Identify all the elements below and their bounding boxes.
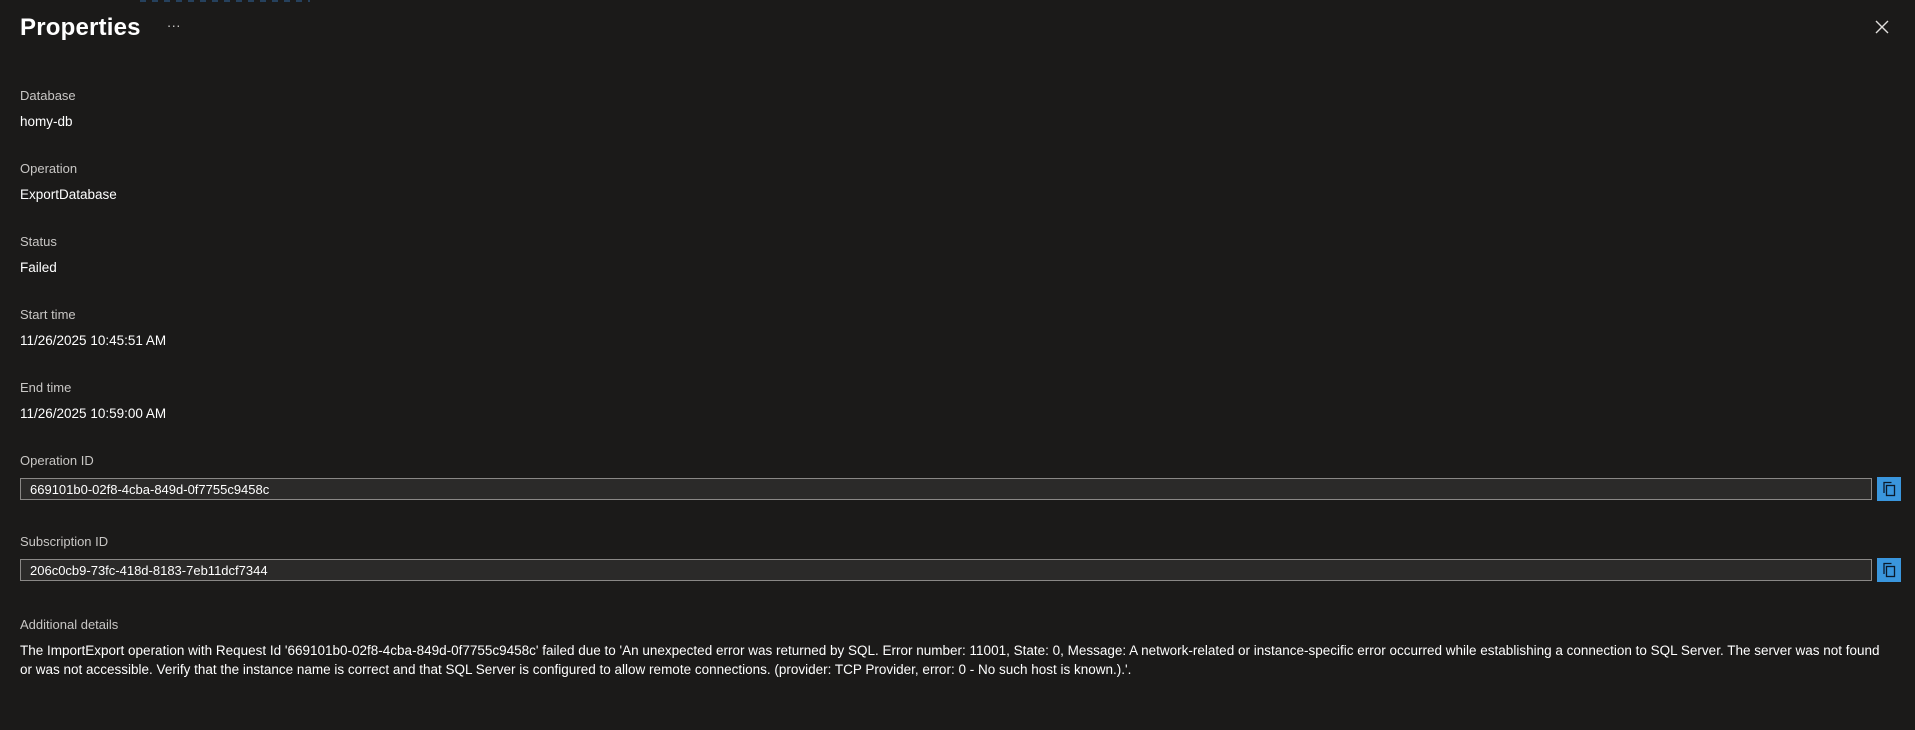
start-time-value: 11/26/2025 10:45:51 AM bbox=[20, 333, 167, 348]
more-icon[interactable]: ··· bbox=[163, 16, 185, 34]
start-time-field: Start time 11/26/2025 10:45:51 AM bbox=[20, 307, 1901, 349]
properties-panel: Properties ··· Database homy-db Operatio… bbox=[0, 0, 1915, 730]
database-value: homy-db bbox=[20, 114, 73, 129]
end-time-value: 11/26/2025 10:59:00 AM bbox=[20, 406, 167, 421]
database-label: Database bbox=[20, 88, 76, 103]
operation-label: Operation bbox=[20, 161, 78, 176]
copy-icon[interactable] bbox=[1877, 558, 1901, 582]
additional-details-field: Additional details The ImportExport oper… bbox=[20, 617, 1901, 679]
start-time-label: Start time bbox=[20, 307, 76, 322]
panel-header: Properties ··· bbox=[20, 10, 1895, 46]
end-time-label: End time bbox=[20, 380, 72, 395]
status-label: Status bbox=[20, 234, 57, 249]
operation-id-input[interactable] bbox=[20, 478, 1872, 500]
end-time-field: End time 11/26/2025 10:59:00 AM bbox=[20, 380, 1901, 422]
additional-details-label: Additional details bbox=[20, 617, 119, 632]
subscription-id-row bbox=[20, 558, 1901, 582]
subscription-id-field: Subscription ID bbox=[20, 534, 1901, 582]
database-field: Database homy-db bbox=[20, 88, 1901, 130]
page-title: Properties bbox=[20, 14, 141, 41]
operation-id-label: Operation ID bbox=[20, 453, 94, 468]
operation-value: ExportDatabase bbox=[20, 187, 117, 202]
additional-details-text: The ImportExport operation with Request … bbox=[20, 643, 1880, 677]
subscription-id-input[interactable] bbox=[20, 559, 1872, 581]
close-icon[interactable] bbox=[1873, 18, 1891, 36]
operation-field: Operation ExportDatabase bbox=[20, 161, 1901, 203]
subscription-id-label: Subscription ID bbox=[20, 534, 109, 549]
status-field: Status Failed bbox=[20, 234, 1901, 276]
status-value: Failed bbox=[20, 260, 57, 275]
breadcrumb-remnant bbox=[140, 0, 310, 2]
operation-id-field: Operation ID bbox=[20, 453, 1901, 501]
operation-id-row bbox=[20, 477, 1901, 501]
copy-icon[interactable] bbox=[1877, 477, 1901, 501]
